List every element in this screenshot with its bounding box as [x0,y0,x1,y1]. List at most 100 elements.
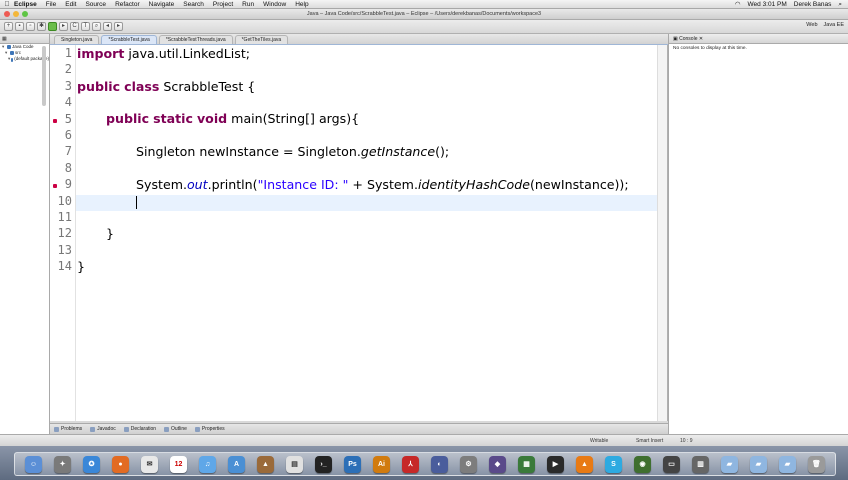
close-window-icon[interactable] [4,11,10,17]
perspective-java-ee[interactable]: Java EE [824,22,844,28]
menu-refactor[interactable]: Refactor [115,0,140,9]
line-number: 3 [64,78,72,93]
close-icon[interactable]: ✕ [699,36,703,42]
package-icon [11,57,14,62]
wifi-icon[interactable]: ◠ [735,0,741,9]
vlc-icon[interactable]: ▲ [576,455,593,473]
annotation-marker[interactable] [53,118,57,123]
explorer-scrollbar[interactable] [42,46,46,106]
app-icon-2[interactable]: ◉ [634,455,651,473]
save-icon[interactable]: ▪ [15,22,24,31]
console-header[interactable]: ▣ Console ✕ [669,34,848,44]
annotation-marker[interactable] [53,184,57,189]
new-icon[interactable]: + [4,22,13,31]
terminal-icon[interactable]: ›_ [315,455,332,473]
system-preferences-icon[interactable]: ⚙ [460,455,477,473]
app-icon-3[interactable]: ▥ [692,455,709,473]
line-number-gutter: 1 2 3 4 5 6 7 8 9 10 11 12 13 14 [50,45,76,421]
line-number: 1 [64,46,72,60]
code-line-14: } [77,259,86,274]
minimize-window-icon[interactable] [13,11,19,17]
spotlight-icon[interactable]: ⌕ [838,0,842,9]
open-type-icon[interactable]: T [81,22,90,31]
tab-outline[interactable]: Outline [164,426,187,432]
skype-icon[interactable]: S [605,455,622,473]
menu-search[interactable]: Search [183,0,204,9]
finder-icon[interactable]: ☺ [25,455,42,473]
tab-javadoc[interactable]: Javadoc [90,426,116,432]
launchpad-icon[interactable]: ✦ [54,455,71,473]
menu-app-name[interactable]: Eclipse [14,0,37,9]
perspective-web[interactable]: Web [806,22,817,28]
line-number: 10 [57,193,72,208]
tab-singleton[interactable]: Singleton.java [54,35,100,44]
photoshop-icon[interactable]: Ps [344,455,361,473]
forward-icon[interactable]: ▸ [114,22,123,31]
overview-ruler[interactable] [657,45,667,421]
tab-problems[interactable]: Problems [54,426,82,432]
minecraft-icon[interactable]: ▦ [518,455,535,473]
code-line-12: } [106,226,115,241]
explorer-icon: ▦ [2,36,7,42]
menu-edit[interactable]: Edit [65,0,76,9]
menu-bar:  Eclipse File Edit Source Refactor Navi… [0,0,848,9]
tab-scrabbletestthreads[interactable]: *ScrabbleTestThreads.java [158,35,233,44]
menu-project[interactable]: Project [213,0,233,9]
properties-icon [194,426,200,432]
window-controls [4,11,28,17]
line-number: 13 [57,242,72,257]
eclipse-icon[interactable]: ◐ [431,455,448,473]
search-icon[interactable]: ⌕ [92,22,101,31]
clock[interactable]: Wed 3:01 PM [748,0,787,9]
app-store-icon[interactable]: A [228,455,245,473]
back-icon[interactable]: ◂ [103,22,112,31]
project-icon [7,45,11,50]
firefox-icon[interactable]: ● [112,455,129,473]
problems-icon [54,426,59,432]
code-editor[interactable]: 1 2 3 4 5 6 7 8 9 10 11 12 13 14 import java.util.Lin… [50,45,668,421]
user-name[interactable]: Derek Banas [794,0,832,9]
safari-icon[interactable]: ✪ [83,455,100,473]
new-class-icon[interactable]: C [70,22,79,31]
itunes-icon[interactable]: ♫ [199,455,216,473]
app-icon[interactable]: ◆ [489,455,506,473]
trash-icon[interactable]: 🗑 [808,455,825,473]
menu-window[interactable]: Window [263,0,286,9]
folder-icon [10,51,14,56]
photo-icon[interactable]: ▲ [257,455,274,473]
tab-properties[interactable]: Properties [194,426,225,432]
tab-getthetiles[interactable]: *GetTheTiles.java [234,35,289,44]
mail-icon[interactable]: ✉ [141,455,158,473]
menu-help[interactable]: Help [295,0,308,9]
menu-navigate[interactable]: Navigate [149,0,175,9]
debug-icon[interactable]: ✱ [37,22,46,31]
tab-scrabbletest[interactable]: *ScrabbleTest.java [101,35,157,44]
monitor-icon[interactable]: ▭ [663,455,680,473]
video-icon[interactable]: ▶ [547,455,564,473]
print-icon[interactable]: ▫ [26,22,35,31]
console-title[interactable]: Console [679,36,697,42]
menu-run[interactable]: Run [242,0,254,9]
illustrator-icon[interactable]: Ai [373,455,390,473]
calendar-icon[interactable]: 12 [170,455,187,473]
line-number: 6 [64,128,72,142]
external-tools-icon[interactable]: ▸ [59,22,68,31]
documents-icon[interactable]: ▰ [750,455,767,473]
code-area[interactable]: import java.util.LinkedList; public clas… [77,45,657,421]
menu-source[interactable]: Source [85,0,106,9]
zoom-window-icon[interactable] [22,11,28,17]
editor-tabs: Singleton.java *ScrabbleTest.java *Scrab… [50,34,668,45]
preview-icon[interactable]: ▤ [286,455,303,473]
line-number: 14 [57,259,72,274]
acrobat-icon[interactable]: ⅄ [402,455,419,473]
code-line-9: System.out.println("Instance ID: " + Sys… [136,177,629,192]
menu-file[interactable]: File [46,0,56,9]
javadoc-icon [90,426,96,432]
folder-icon[interactable]: ▰ [721,455,738,473]
run-icon[interactable] [48,22,57,31]
tab-declaration[interactable]: Declaration [123,426,156,432]
downloads-icon[interactable]: ▰ [779,455,796,473]
apple-icon[interactable]:  [0,0,14,9]
line-number: 4 [64,95,72,110]
expand-icon[interactable]: ▾ [8,56,10,62]
